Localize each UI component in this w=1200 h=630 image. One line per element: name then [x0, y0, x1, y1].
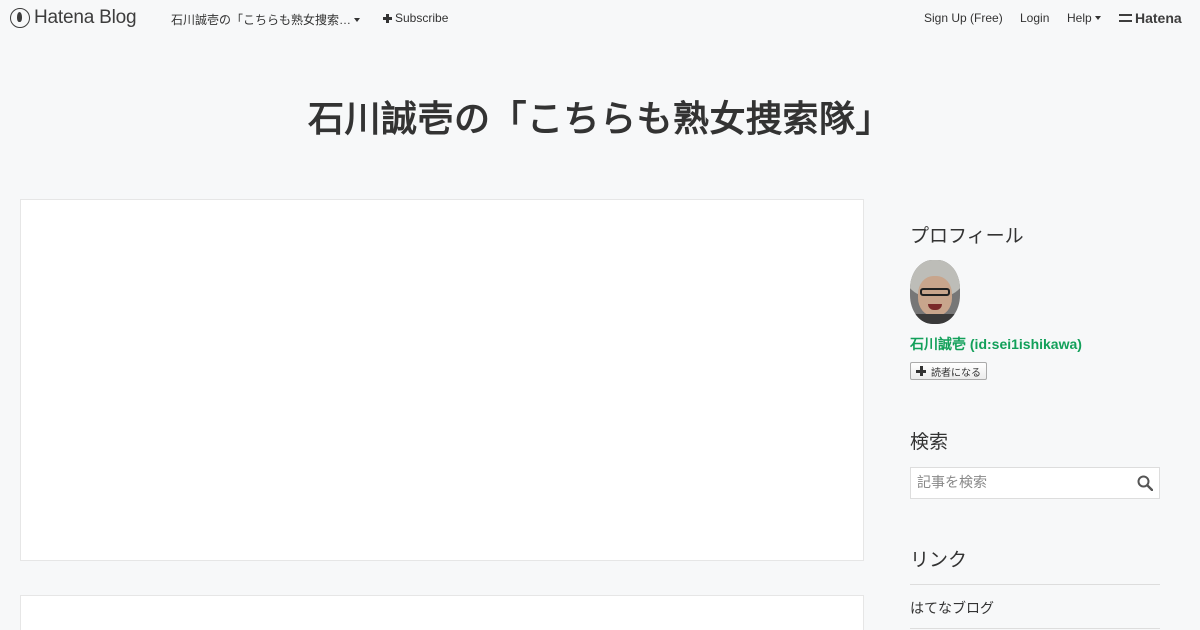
login-link[interactable]: Login	[1020, 11, 1049, 25]
subscribe-button[interactable]: Subscribe	[383, 11, 448, 25]
follow-button[interactable]: 読者になる	[910, 362, 987, 380]
blog-title[interactable]: 石川誠壱の「こちらも熟女捜索隊」	[0, 90, 1200, 142]
entry-card	[20, 595, 864, 630]
hatena-label: Hatena	[1135, 10, 1182, 26]
search-heading: 検索	[910, 431, 949, 453]
blog-selector-dropdown[interactable]: 石川誠壱の「こちらも熟女捜索…	[171, 11, 361, 28]
logo-text: Hatena Blog	[34, 7, 137, 28]
search-form	[910, 467, 1160, 499]
links-heading: リンク	[910, 549, 968, 571]
profile-heading: プロフィール	[910, 225, 1024, 247]
plus-icon	[916, 366, 926, 376]
divider	[910, 584, 1160, 585]
search-input[interactable]	[911, 468, 1131, 498]
plus-icon	[383, 13, 392, 23]
subscribe-label: Subscribe	[395, 11, 449, 25]
link-hatena-blog[interactable]: はてなブログ	[910, 598, 994, 618]
entry-card	[20, 199, 864, 561]
hatena-blog-logo[interactable]: Hatena Blog	[10, 7, 137, 29]
hatena-blog-logo-icon	[10, 8, 30, 28]
divider	[910, 628, 1160, 629]
follow-button-label: 読者になる	[931, 367, 981, 379]
avatar-face	[918, 276, 952, 316]
global-header: Hatena Blog 石川誠壱の「こちらも熟女捜索… Subscribe Si…	[0, 0, 1200, 36]
hatena-logo-icon	[1119, 14, 1132, 22]
search-icon[interactable]	[1137, 475, 1153, 491]
hatena-logo-link[interactable]: Hatena	[1119, 10, 1182, 26]
caret-down-icon	[354, 17, 361, 22]
avatar-glasses	[920, 288, 950, 296]
sign-up-link[interactable]: Sign Up (Free)	[924, 11, 1003, 25]
blog-selector-label: 石川誠壱の「こちらも熟女捜索…	[171, 13, 352, 27]
help-dropdown[interactable]: Help	[1067, 11, 1101, 25]
profile-name-link[interactable]: 石川誠壱 (id:sei1ishikawa)	[910, 334, 1082, 354]
avatar[interactable]	[910, 260, 960, 324]
caret-down-icon	[1094, 15, 1101, 20]
help-label: Help	[1067, 11, 1092, 25]
avatar-shirt	[910, 314, 960, 324]
